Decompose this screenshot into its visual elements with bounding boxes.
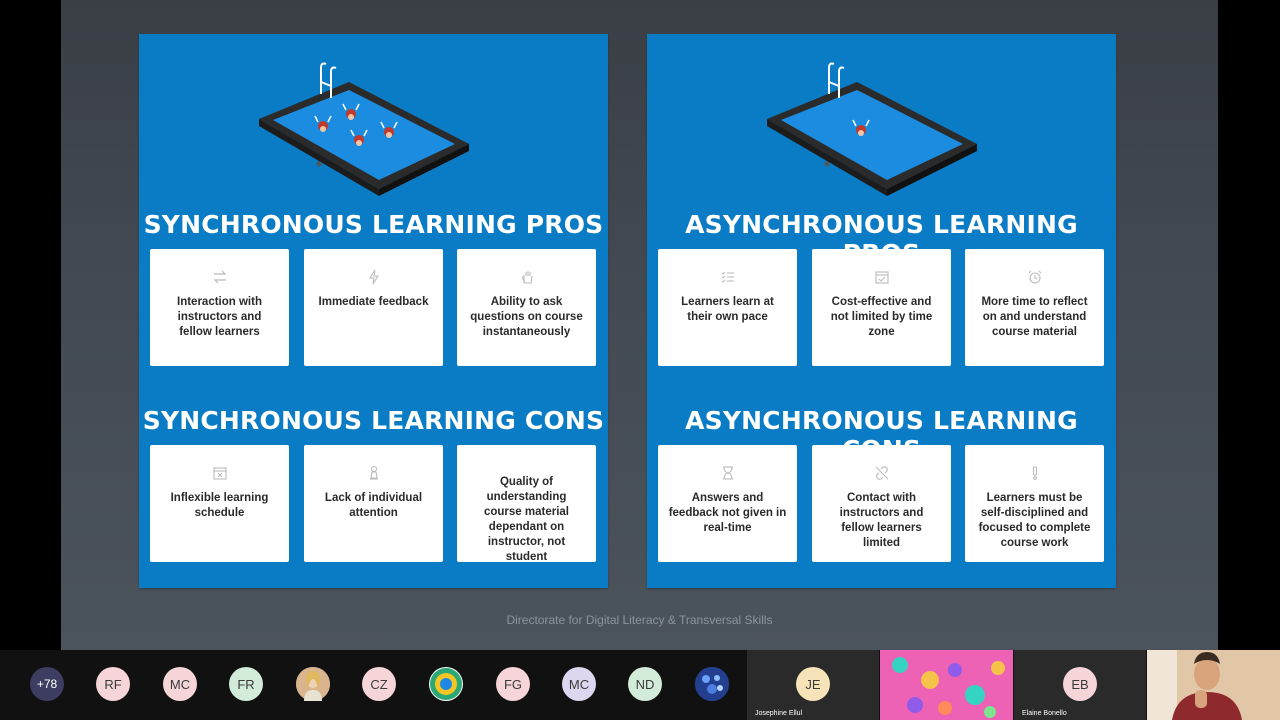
alarm-clock-icon (1028, 270, 1041, 284)
pro-card: Cost-effective and not limited by time z… (812, 249, 951, 366)
con-card: Contact with instructors and fellow lear… (812, 445, 951, 562)
asynchronous-cons-cards: Answers and feedback not given in real-t… (658, 445, 1105, 562)
participant-photo-avatar[interactable] (695, 667, 729, 701)
pro-text: Cost-effective and not limited by time z… (830, 296, 933, 338)
colorful-logo-icon (430, 668, 462, 700)
tablet-pool-illustration-group (259, 62, 469, 196)
synchronous-cons-title: SYNCHRONOUS LEARNING CONS (142, 406, 605, 435)
pro-card: Learners learn at their own pace (658, 249, 797, 366)
participant-avatar[interactable]: FG (496, 667, 530, 701)
participant-avatar[interactable]: CZ (362, 667, 396, 701)
con-card: Answers and feedback not given in real-t… (658, 445, 797, 562)
synchronous-pros-title: SYNCHRONOUS LEARNING PROS (143, 210, 604, 239)
arrows-swap-icon (213, 270, 226, 284)
slide-footer: Directorate for Digital Literacy & Trans… (506, 613, 773, 627)
video-tile[interactable]: JE Josephine Ellul (747, 650, 879, 720)
exclamation-icon (1032, 466, 1037, 480)
person-camera-icon (1147, 650, 1280, 720)
pro-card: Ability to ask questions on course insta… (457, 249, 596, 366)
raised-hand-icon (521, 271, 533, 284)
participants-bar: +78 RF MC FR CZ FG MC ND JE Josephine El… (0, 650, 1280, 720)
pro-text: Ability to ask questions on course insta… (470, 296, 583, 338)
synchronous-cons-cards: Inflexible learning schedule Lack of ind… (150, 445, 597, 563)
hourglass-icon (722, 466, 733, 480)
pawn-icon (369, 465, 378, 480)
asynchronous-pros-cards: Learners learn at their own pace Cost-ef… (658, 249, 1105, 366)
video-tile-camera[interactable] (1147, 650, 1280, 720)
pro-card: Immediate feedback (304, 249, 443, 366)
pro-text: Immediate feedback (318, 296, 429, 308)
tile-avatar: EB (1063, 667, 1097, 701)
con-card: Lack of individual attention (304, 445, 443, 562)
tile-avatar: JE (796, 667, 830, 701)
con-text: Answers and feedback not given in real-t… (668, 492, 787, 534)
calendar-check-icon (874, 271, 889, 284)
con-text: Contact with instructors and fellow lear… (839, 492, 924, 549)
participant-photo-avatar[interactable] (296, 667, 330, 701)
participant-avatar[interactable]: RF (96, 667, 130, 701)
participant-avatar[interactable]: ND (628, 667, 662, 701)
con-text: Quality of understanding course material… (483, 476, 569, 563)
con-text: Learners must be self-disciplined and fo… (978, 492, 1091, 549)
shared-screen: SYNCHRONOUS LEARNING PROS Interaction wi… (61, 0, 1218, 650)
calendar-x-icon (212, 467, 227, 480)
balloons-background-icon (880, 650, 1013, 720)
participant-avatar[interactable]: FR (229, 667, 263, 701)
asynchronous-panel: ASYNCHRONOUS LEARNING PROS Learners lear… (647, 34, 1116, 588)
tile-name: Josephine Ellul (755, 710, 803, 717)
more-participants-button[interactable]: +78 (30, 667, 64, 701)
tile-name: Elaine Bonello (1022, 710, 1067, 717)
checklist-icon (721, 271, 734, 283)
synchronous-pros-cards: Interaction with instructors and fellow … (150, 249, 597, 366)
participant-logo-avatar[interactable] (429, 667, 463, 701)
person-photo-icon (296, 667, 330, 701)
flowers-photo-icon (695, 667, 729, 701)
pro-text: Interaction with instructors and fellow … (177, 296, 262, 338)
con-card: Inflexible learning schedule (150, 445, 289, 562)
lightning-icon (368, 269, 379, 285)
video-tile-balloons[interactable] (880, 650, 1013, 720)
participant-avatar[interactable]: MC (562, 667, 596, 701)
tablet-pool-illustration-solo (767, 62, 977, 196)
broken-link-icon (875, 466, 888, 480)
pro-text: Learners learn at their own pace (681, 296, 774, 323)
con-text: Lack of individual attention (324, 492, 423, 519)
pro-text: More time to reflect on and understand c… (981, 296, 1088, 338)
con-text: Inflexible learning schedule (170, 492, 269, 519)
con-card: Learners must be self-disciplined and fo… (965, 445, 1104, 562)
participant-avatar[interactable]: MC (163, 667, 197, 701)
pro-card: Interaction with instructors and fellow … (150, 249, 289, 366)
synchronous-panel: SYNCHRONOUS LEARNING PROS Interaction wi… (139, 34, 608, 588)
pro-card: More time to reflect on and understand c… (965, 249, 1104, 366)
con-card: Quality of understanding course material… (457, 445, 596, 563)
video-tile[interactable]: EB Elaine Bonello (1014, 650, 1146, 720)
